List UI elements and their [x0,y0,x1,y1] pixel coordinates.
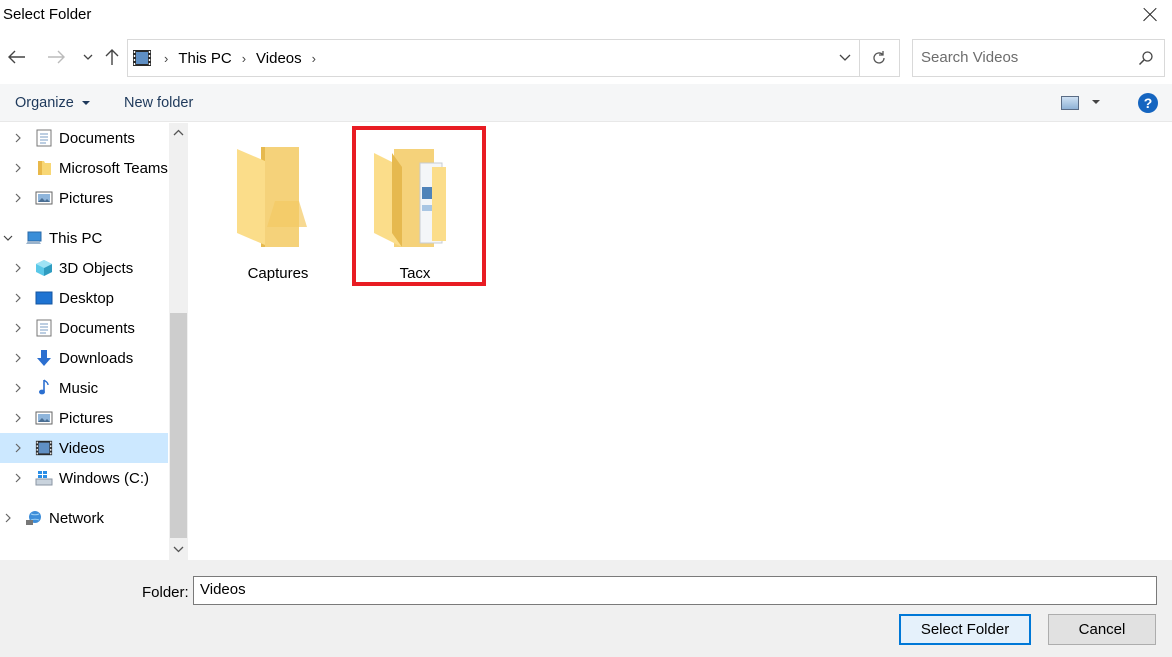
view-options-dropdown-icon[interactable] [1092,100,1100,104]
command-toolbar: Organize New folder ? [0,84,1172,122]
expand-chevron-icon[interactable] [3,513,13,523]
scrollbar-thumb[interactable] [170,313,187,538]
sidebar-item-label: Windows (C:) [59,469,150,487]
scroll-up-icon[interactable] [173,128,184,139]
sidebar-item-this-pc[interactable]: This PC [0,223,168,253]
sidebar-item-pictures[interactable]: Pictures [0,183,168,213]
search-icon[interactable] [1138,50,1154,66]
videos-icon [132,48,152,68]
folder-field-label: Folder: [142,584,189,601]
navigation-pane: Documents Microsoft Teams Pictures This … [0,123,188,560]
computer-icon [26,231,42,244]
breadcrumb: › This PC › Videos › [132,40,322,76]
sidebar-item-label: Network [49,509,105,527]
address-dropdown-chevron-icon[interactable] [837,49,853,65]
cube-icon [36,260,52,276]
title-bar: Select Folder [0,0,1172,30]
sidebar-item-label: 3D Objects [59,259,134,277]
sidebar-item-label: Pictures [59,189,114,207]
sidebar-item-label: Downloads [59,349,134,367]
download-icon [37,350,51,366]
forward-arrow-icon[interactable] [44,43,68,71]
dropdown-arrow-icon [81,101,90,106]
back-arrow-icon[interactable] [5,43,29,71]
folder-icon [38,161,51,175]
select-folder-button[interactable]: Select Folder [899,614,1031,645]
breadcrumb-separator-icon[interactable]: › [158,51,174,66]
selection-highlight-box [352,126,486,286]
expand-chevron-icon[interactable] [13,473,23,483]
documents-icon [36,319,52,337]
expand-chevron-icon[interactable] [13,133,23,143]
pictures-icon [35,411,53,425]
sidebar-item-label: Desktop [59,289,115,307]
recent-locations-chevron-icon[interactable] [76,43,100,71]
folder-label: Captures [247,265,309,282]
expand-chevron-icon[interactable] [13,383,23,393]
dialog-footer: Folder: Videos Select Folder Cancel [0,560,1172,657]
sidebar-item-downloads[interactable]: Downloads [0,343,168,373]
sidebar-item-label: Documents [59,129,135,147]
sidebar-item-label: Pictures [59,409,114,427]
up-arrow-icon[interactable] [100,43,124,71]
music-icon [39,379,49,395]
change-view-icon[interactable] [1061,96,1079,110]
expand-chevron-icon[interactable] [13,413,23,423]
expand-chevron-icon[interactable] [13,163,23,173]
desktop-icon [35,291,53,305]
sidebar-item-label: Music [59,379,99,397]
sidebar-item-network[interactable]: Network [0,503,168,533]
organize-label: Organize [15,95,74,111]
refresh-icon[interactable] [858,39,900,77]
new-folder-button[interactable]: New folder [124,95,193,111]
breadcrumb-videos[interactable]: Videos [252,50,306,67]
sidebar-item-videos[interactable]: Videos [0,433,168,463]
expand-chevron-icon[interactable] [13,443,23,453]
sidebar-item-windows-c[interactable]: Windows (C:) [0,463,168,493]
close-icon[interactable] [1138,3,1162,27]
expand-chevron-icon[interactable] [13,263,23,273]
pictures-icon [35,191,53,205]
sidebar-item-microsoft-teams[interactable]: Microsoft Teams [0,153,168,183]
breadcrumb-separator-icon[interactable]: › [236,51,252,66]
expand-chevron-icon[interactable] [13,293,23,303]
sidebar-item-documents[interactable]: Documents [0,123,168,153]
sidebar-item-label: Videos [59,439,105,457]
folder-item-captures[interactable]: Captures [213,133,343,283]
sidebar-item-label: Documents [59,319,135,337]
sidebar-item-documents[interactable]: Documents [0,313,168,343]
help-icon[interactable]: ? [1138,93,1158,113]
navigation-bar: › This PC › Videos › [0,36,1172,80]
breadcrumb-separator-icon[interactable]: › [306,51,322,66]
collapse-chevron-icon[interactable] [3,233,13,243]
scroll-down-icon[interactable] [173,543,184,554]
sidebar-item-music[interactable]: Music [0,373,168,403]
sidebar-item-label: This PC [49,229,103,247]
folder-name-field[interactable]: Videos [193,576,1157,605]
search-box[interactable] [912,39,1165,77]
cancel-button[interactable]: Cancel [1048,614,1156,645]
sidebar-item-desktop[interactable]: Desktop [0,283,168,313]
sidebar-item-pictures[interactable]: Pictures [0,403,168,433]
organize-menu-button[interactable]: Organize [15,95,90,111]
window-title: Select Folder [3,6,92,23]
folder-icon [237,147,307,247]
documents-icon [36,129,52,147]
expand-chevron-icon[interactable] [13,323,23,333]
sidebar-item-3d-objects[interactable]: 3D Objects [0,253,168,283]
expand-chevron-icon[interactable] [13,353,23,363]
sidebar-item-label: Microsoft Teams [59,159,168,177]
folder-content-view: Captures Tacx [188,123,1172,560]
search-input[interactable] [921,49,1131,66]
breadcrumb-this-pc[interactable]: This PC [174,50,235,67]
videos-icon [35,440,53,456]
network-icon [26,511,41,525]
drive-icon [35,471,53,486]
expand-chevron-icon[interactable] [13,193,23,203]
sidebar-scrollbar[interactable] [169,123,188,560]
address-bar[interactable]: › This PC › Videos › [127,39,860,77]
